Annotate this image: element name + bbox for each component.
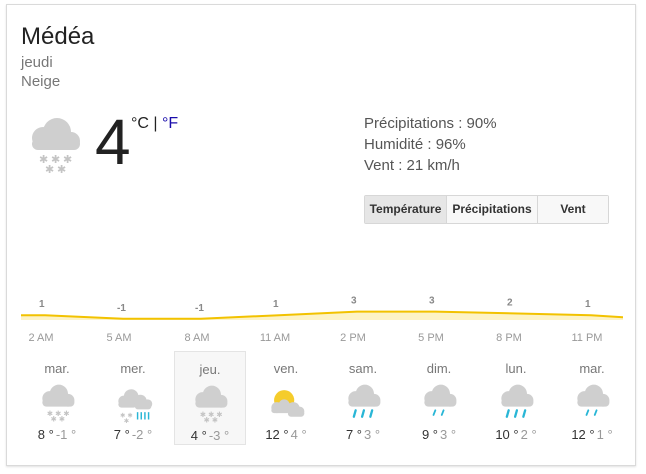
tab-wind[interactable]: Vent [538, 196, 608, 223]
temperature-value-label: -1 [117, 303, 126, 314]
forecast-day[interactable]: dim. 9 ° 3 ° [403, 351, 475, 445]
current-temperature: 4 [95, 106, 131, 178]
forecast-day-name: sam. [348, 361, 378, 376]
forecast-temps: 7 ° 3 ° [327, 427, 399, 442]
forecast-day[interactable]: ven. 12 ° 4 ° [250, 351, 322, 445]
time-tick-label: 2 PM [340, 332, 366, 344]
temperature-value-label: -1 [195, 303, 204, 314]
forecast-day[interactable]: jeu. ✱ ✱ ✱ ✱ ✱ 4 ° -3 ° [174, 351, 246, 445]
forecast-high: 10 ° [495, 427, 519, 442]
weather-details: Précipitations : 90% Humidité : 96% Vent… [364, 113, 497, 176]
forecast-day[interactable]: mer. ✱ ✱ ✱ 7 ° -2 ° [97, 351, 169, 445]
forecast-low: 3 ° [440, 427, 457, 442]
humidity-text: Humidité : 96% [364, 136, 466, 153]
forecast-high: 12 ° [571, 427, 595, 442]
forecast-low: 3 ° [364, 427, 381, 442]
svg-text:✱: ✱ [51, 414, 57, 423]
tab-precipitation[interactable]: Précipitations [447, 196, 538, 223]
snow-cloud-icon: ✱ ✱ ✱ ✱ ✱ [32, 118, 80, 176]
svg-text:✱: ✱ [124, 417, 129, 425]
svg-text:✱: ✱ [57, 163, 66, 176]
chart-tabs: Température Précipitations Vent [364, 195, 609, 224]
temperature-value-label: 3 [351, 296, 357, 307]
temperature-value-label: 1 [273, 299, 279, 310]
wind-text: Vent : 21 km/h [364, 157, 460, 174]
unit-separator: | [153, 115, 158, 132]
light-rain-cloud-icon [577, 384, 610, 416]
rain-cloud-icon [501, 384, 534, 418]
forecast-day-name: mar. [44, 361, 70, 376]
forecast-high: 7 ° [345, 427, 362, 442]
svg-text:✱: ✱ [212, 415, 218, 424]
condition-label: Neige [21, 73, 61, 90]
forecast-low: 1 ° [596, 427, 613, 442]
weather-card: Médéa jeudi Neige ✱ ✱ ✱ ✱ ✱ 4 °C | °F Préci… [6, 4, 636, 466]
forecast-low: -3 ° [208, 428, 230, 443]
time-tick-label: 8 AM [184, 332, 209, 344]
snow-cloud-icon: ✱ ✱ ✱✱ ✱ [42, 384, 75, 423]
temperature-value-label: 1 [39, 299, 45, 310]
forecast-temps: 9 ° 3 ° [403, 427, 475, 442]
forecast-temps: 4 ° -3 ° [175, 428, 245, 443]
forecast-low: -2 ° [131, 427, 153, 442]
forecast-high: 12 ° [265, 427, 289, 442]
forecast-day[interactable]: mar. 12 ° 1 ° [556, 351, 628, 445]
forecast-high: 4 ° [190, 428, 207, 443]
svg-text:✱: ✱ [45, 163, 54, 176]
day-label: jeudi [21, 54, 53, 71]
time-tick-label: 8 PM [496, 332, 522, 344]
unit-fahrenheit-link[interactable]: °F [162, 115, 178, 132]
svg-text:✱: ✱ [204, 415, 210, 424]
forecast-day-name: mar. [579, 361, 605, 376]
forecast-temps: 10 ° 2 ° [480, 427, 552, 442]
temperature-value-label: 3 [429, 296, 435, 307]
time-tick-label: 5 AM [106, 332, 131, 344]
svg-text:✱: ✱ [59, 414, 65, 423]
forecast-day-name: ven. [273, 361, 299, 376]
forecast-temps: 12 ° 4 ° [250, 427, 322, 442]
rain-cloud-icon [348, 384, 381, 418]
forecast-day-name: lun. [505, 361, 527, 376]
unit-celsius[interactable]: °C [131, 115, 149, 132]
forecast-high: 9 ° [421, 427, 438, 442]
temperature-value-label: 1 [585, 299, 591, 310]
tab-temperature[interactable]: Température [365, 196, 447, 223]
forecast-day[interactable]: lun. 10 ° 2 ° [480, 351, 552, 445]
forecast-day[interactable]: mar. ✱ ✱ ✱ ✱ ✱ 8 ° -1 ° [21, 351, 93, 445]
time-tick-label: 5 PM [418, 332, 444, 344]
forecast-day-name: jeu. [199, 362, 221, 377]
snow-cloud-icon: ✱ ✱ ✱✱ ✱ [195, 385, 228, 424]
forecast-low: -1 ° [55, 427, 77, 442]
snow-rain-cloud-icon: ✱ ✱✱ [118, 389, 153, 425]
temperature-chart: 1 -1 -1 1 3 3 2 1 2 AM 5 AM 8 AM 11 AM 2 PM 5 PM 8 PM 1… [21, 296, 623, 344]
forecast-low: 4 ° [290, 427, 307, 442]
light-rain-cloud-icon [424, 384, 457, 416]
location-name: Médéa [21, 23, 95, 50]
forecast-temps: 7 ° -2 ° [97, 427, 169, 442]
forecast-day[interactable]: sam. 7 ° 3 ° [327, 351, 399, 445]
time-tick-label: 11 AM [260, 332, 290, 344]
time-tick-label: 2 AM [28, 332, 53, 344]
forecast-temps: 12 ° 1 ° [556, 427, 628, 442]
daily-forecast: mar. ✱ ✱ ✱ ✱ ✱ 8 ° -1 ° mer. ✱ ✱ ✱ 7 ° -2 ° jeu. ✱ ✱ ✱ ✱ ✱ 4… [21, 351, 625, 451]
temperature-value-label: 2 [507, 297, 513, 308]
forecast-high: 7 ° [113, 427, 130, 442]
time-tick-label: 11 PM [572, 332, 603, 344]
forecast-temps: 8 ° -1 ° [21, 427, 93, 442]
forecast-day-name: mer. [120, 361, 146, 376]
forecast-day-name: dim. [426, 361, 452, 376]
forecast-low: 2 ° [520, 427, 537, 442]
forecast-high: 8 ° [37, 427, 54, 442]
precipitation-text: Précipitations : 90% [364, 115, 497, 132]
partly-sunny-icon [271, 390, 305, 417]
unit-switch: °C | °F [131, 115, 178, 133]
